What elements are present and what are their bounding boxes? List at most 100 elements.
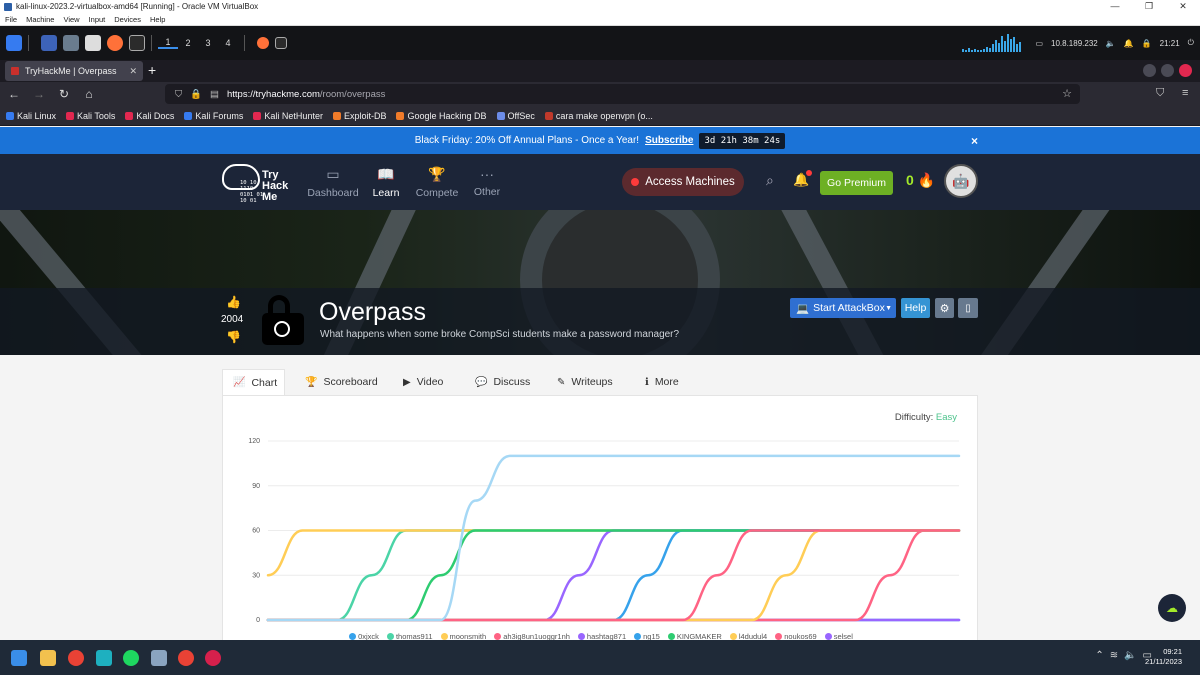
tryhackme-logo[interactable]: 10 10 1110 0101 01 10 01 Try Hack Me [222, 160, 294, 204]
menu-view[interactable]: View [63, 15, 79, 24]
spotify-icon[interactable] [123, 650, 139, 666]
text-editor-icon[interactable] [85, 35, 101, 51]
url-bar[interactable]: ⛉ 🔒 ▤ https://tryhackme.com/room/overpas… [165, 84, 1080, 104]
app-bolt-icon[interactable] [96, 650, 112, 666]
close-button[interactable]: ✕ [1166, 0, 1200, 13]
menu-devices[interactable]: Devices [114, 15, 141, 24]
reload-icon[interactable]: ↻ [53, 87, 75, 101]
tab-more[interactable]: ℹ More [645, 369, 679, 395]
workspace-3[interactable]: 3 [198, 38, 218, 48]
window-minimize-icon[interactable] [1143, 64, 1156, 77]
thumbs-down-icon[interactable]: 👎 [226, 330, 241, 344]
volume-icon[interactable]: 🔈 [1106, 39, 1116, 48]
firefox-window-icon[interactable] [257, 37, 269, 49]
bookmark-item[interactable]: Google Hacking DB [396, 110, 487, 121]
bookmark-star-icon[interactable]: ☆ [1062, 87, 1072, 100]
tab-writeups[interactable]: ✎ Writeups [557, 369, 613, 395]
bookmark-item[interactable]: Exploit-DB [332, 111, 386, 121]
bookmark-item[interactable]: OffSec [496, 111, 535, 121]
pocket-icon[interactable]: ⛉ [1156, 87, 1164, 100]
access-machines-button[interactable]: Access Machines [622, 168, 744, 196]
bookmark-favicon-icon [125, 111, 134, 120]
terminal-icon[interactable] [129, 35, 145, 51]
terminal-window-icon[interactable] [275, 37, 287, 49]
kali-menu-icon[interactable] [6, 35, 22, 51]
menu-machine[interactable]: Machine [26, 15, 54, 24]
bookmark-item[interactable]: Kali Docs [125, 111, 174, 121]
bookmark-item[interactable]: Kali Linux [6, 111, 56, 121]
bookmark-item[interactable]: Kali Forums [184, 111, 243, 121]
nav-other[interactable]: ··· Other [457, 166, 517, 198]
padlock-icon[interactable]: 🔒 [190, 89, 202, 100]
windows-start-icon[interactable] [11, 650, 27, 666]
start-attackbox-button[interactable]: 💻 Start AttackBox ▼ [790, 298, 896, 318]
virtualbox-taskbar-icon[interactable] [151, 650, 167, 666]
menu-help[interactable]: Help [150, 15, 165, 24]
lock-icon[interactable]: 🔒 [1142, 39, 1152, 48]
taskbar-clock[interactable]: 09:21 21/11/2023 [1145, 647, 1182, 667]
maximize-button[interactable]: ❐ [1132, 0, 1166, 13]
bookmark-item[interactable]: Kali NetHunter [253, 111, 323, 121]
wifi-icon[interactable]: ≋ [1110, 650, 1118, 661]
help-button[interactable]: Help [901, 298, 930, 318]
power-icon[interactable]: ⏻ [1188, 38, 1194, 48]
tab-chart[interactable]: 📈 Chart [222, 369, 285, 395]
minimize-button[interactable]: — [1098, 0, 1132, 13]
menu-file[interactable]: File [5, 15, 17, 24]
notification-bell-icon[interactable]: 🔔 [793, 170, 813, 188]
dashboard-icon: ▭ [326, 166, 340, 182]
window-maximize-icon[interactable] [1161, 64, 1174, 77]
kali-top-panel: 1 2 3 4 ▭ 10.8.189.232 🔈 🔔 🔒 21:21 ⏻ [0, 26, 1200, 60]
tab-close-icon[interactable]: ✕ [129, 66, 137, 77]
search-icon[interactable]: ⌕ [766, 172, 774, 189]
desktop-icon[interactable] [41, 35, 57, 51]
bookmark-label: Google Hacking DB [407, 110, 487, 121]
tray-chevron-icon[interactable]: ⌃ [1095, 650, 1103, 661]
streak-counter[interactable]: 0 🔥 [906, 172, 935, 189]
room-subtitle: What happens when some broke CompSci stu… [320, 329, 680, 340]
bookmark-favicon-icon [66, 111, 75, 120]
settings-gear-icon[interactable]: ⚙ [935, 298, 954, 318]
forward-icon[interactable]: → [28, 87, 50, 101]
tab-discuss[interactable]: 💬 Discuss [475, 369, 530, 395]
file-manager-icon[interactable] [63, 35, 79, 51]
workspace-4[interactable]: 4 [218, 38, 238, 48]
promo-close-icon[interactable]: × [971, 134, 978, 148]
menu-input[interactable]: Input [89, 15, 106, 24]
dropdown-caret-icon[interactable]: ▼ [885, 305, 892, 312]
promo-banner: Black Friday: 20% Off Annual Plans - Onc… [0, 127, 1200, 154]
browser-tab[interactable]: TryHackMe | Overpass ✕ [5, 61, 143, 81]
user-avatar[interactable]: 🤖 [944, 164, 978, 198]
play-icon: ▶ [403, 376, 411, 388]
chrome-profile-icon[interactable] [178, 650, 194, 666]
bookmark-room-icon[interactable]: ▯ [958, 298, 978, 318]
app-menu-icon[interactable]: ≡ [1182, 87, 1188, 99]
window-close-icon[interactable] [1179, 64, 1192, 77]
thumbs-up-icon[interactable]: 👍 [226, 295, 241, 309]
firefox-icon[interactable] [107, 35, 123, 51]
bookmark-item[interactable]: Kali Tools [66, 111, 115, 121]
subscribe-link[interactable]: Subscribe [645, 135, 693, 146]
room-title: Overpass [319, 298, 426, 326]
tab-scoreboard[interactable]: 🏆 Scoreboard [305, 369, 378, 395]
tab-video[interactable]: ▶ Video [403, 369, 443, 395]
notification-icon[interactable]: 🔔 [1124, 39, 1134, 48]
permissions-icon[interactable]: ▤ [210, 89, 219, 100]
go-premium-button[interactable]: Go Premium [820, 171, 893, 195]
app-red-icon[interactable] [205, 650, 221, 666]
bookmarks-bar: Kali Linux Kali Tools Kali Docs Kali Forums… [0, 106, 1200, 126]
tab-discuss-label: Discuss [493, 376, 531, 388]
home-icon[interactable]: ⌂ [78, 87, 100, 101]
workspace-2[interactable]: 2 [178, 38, 198, 48]
file-explorer-icon[interactable] [40, 650, 56, 666]
shield-icon[interactable]: ⛉ [175, 89, 182, 100]
bookmark-item[interactable]: cara make openvpn (o... [544, 111, 653, 121]
speaker-icon[interactable]: 🔈 [1124, 650, 1136, 661]
back-icon[interactable]: ← [3, 87, 25, 101]
new-tab-button[interactable]: + [148, 62, 156, 78]
chat-cloud-icon[interactable]: ☁ [1158, 594, 1186, 622]
nav-dashboard[interactable]: ▭ Dashboard [303, 166, 363, 199]
workspace-1[interactable]: 1 [158, 37, 178, 49]
display-icon[interactable]: ▭ [1035, 39, 1043, 48]
chrome-icon[interactable] [68, 650, 84, 666]
